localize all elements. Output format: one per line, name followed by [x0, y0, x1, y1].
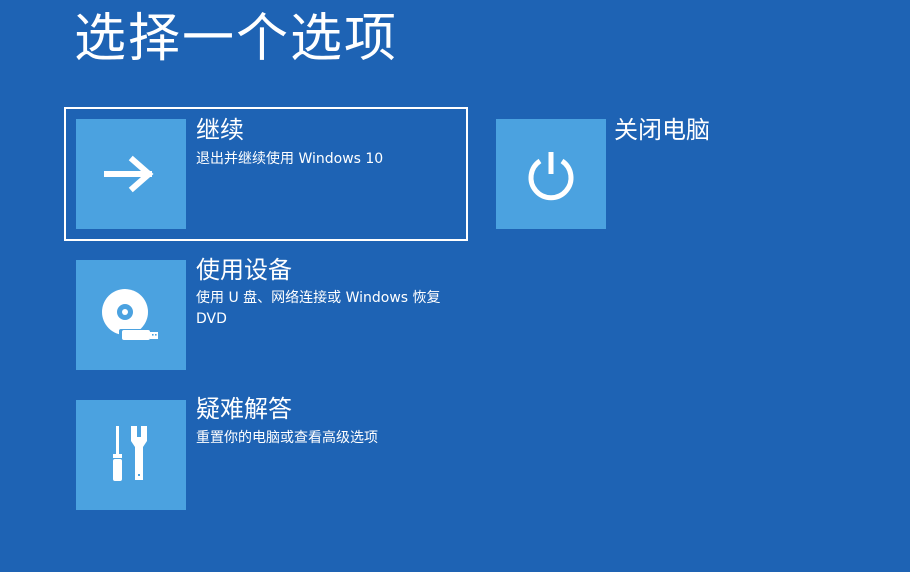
option-use-device-tile — [76, 260, 186, 370]
option-shutdown-title: 关闭电脑 — [614, 116, 710, 144]
arrow-right-icon — [104, 155, 154, 193]
page-title: 选择一个选项 — [74, 9, 399, 69]
option-shutdown-tile — [496, 119, 606, 229]
option-continue[interactable]: 继续 退出并继续使用 Windows 10 — [64, 107, 468, 241]
option-continue-tile — [76, 119, 186, 229]
option-use-device-title: 使用设备 — [196, 256, 292, 284]
option-troubleshoot[interactable]: 疑难解答 重置你的电脑或查看高级选项 — [64, 388, 468, 518]
option-troubleshoot-description: 重置你的电脑或查看高级选项 — [196, 430, 378, 446]
option-troubleshoot-title: 疑难解答 — [196, 395, 292, 423]
option-continue-title: 继续 — [196, 116, 244, 144]
option-shutdown[interactable]: 关闭电脑 — [486, 109, 776, 239]
option-troubleshoot-tile — [76, 400, 186, 510]
option-continue-description: 退出并继续使用 Windows 10 — [196, 151, 384, 167]
tools-icon — [113, 426, 147, 481]
option-use-device[interactable]: 使用设备 使用 U 盘、网络连接或 Windows 恢复 DVD — [64, 248, 468, 378]
power-icon — [528, 152, 574, 201]
option-use-device-description: 使用 U 盘、网络连接或 Windows 恢复 DVD — [196, 290, 441, 327]
disc-usb-icon — [102, 289, 158, 342]
